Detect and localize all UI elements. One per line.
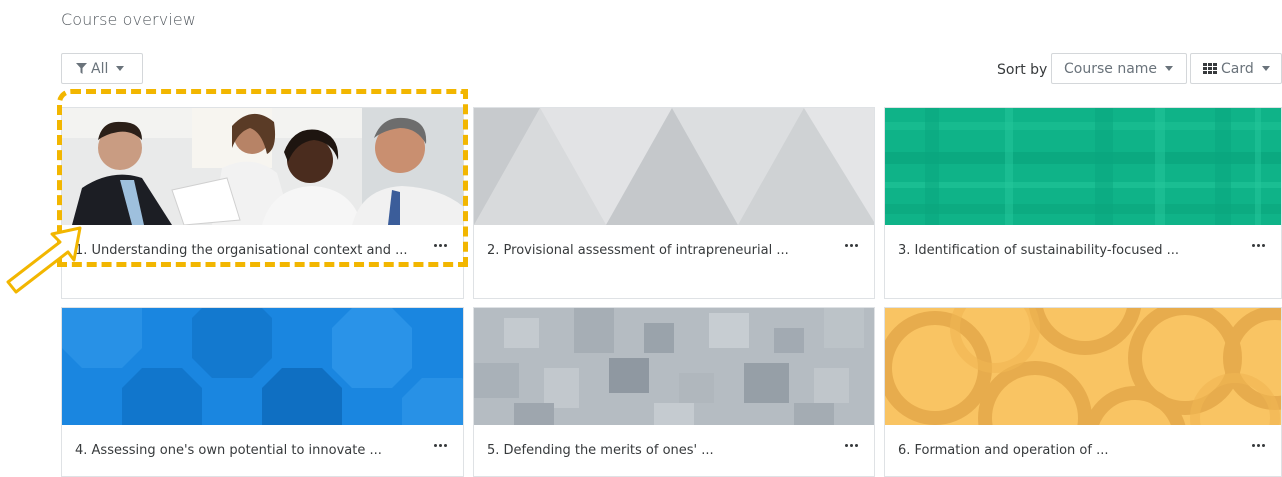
course-card[interactable]: 3. Identification of sustainability-focu… (884, 107, 1282, 299)
chevron-down-icon (116, 66, 125, 71)
course-image-pattern[interactable] (474, 308, 874, 425)
sort-dropdown[interactable]: Course name (1051, 53, 1187, 84)
course-card[interactable]: 5. Defending the merits of ones' ... (473, 307, 875, 477)
chevron-down-icon (1165, 66, 1174, 71)
course-name-link[interactable]: 6. Formation and operation of ... (898, 442, 1243, 460)
course-card[interactable]: 4. Assessing one's own potential to inno… (61, 307, 464, 477)
course-image-pattern[interactable] (885, 108, 1281, 225)
more-options-icon[interactable] (434, 244, 447, 247)
sort-by-label: Sort by (997, 62, 1048, 78)
course-name-link[interactable]: 1. Understanding the organisational cont… (75, 242, 420, 278)
course-card[interactable]: 2. Provisional assessment of intrapreneu… (473, 107, 875, 299)
more-options-icon[interactable] (1252, 444, 1265, 447)
filter-dropdown[interactable]: All (61, 53, 143, 84)
more-options-icon[interactable] (845, 244, 858, 247)
more-options-icon[interactable] (1252, 244, 1265, 247)
course-image-pattern[interactable] (885, 308, 1281, 425)
grid-icon (1203, 63, 1217, 74)
course-name-link[interactable]: 2. Provisional assessment of intrapreneu… (487, 242, 832, 260)
course-card[interactable]: 1. Understanding the organisational cont… (61, 107, 464, 299)
course-name-link[interactable]: 3. Identification of sustainability-focu… (898, 242, 1243, 260)
course-overview-title: Course overview (61, 10, 196, 29)
view-dropdown[interactable]: Card (1190, 53, 1282, 84)
more-options-icon[interactable] (434, 444, 447, 447)
course-image-pattern[interactable] (62, 308, 463, 425)
chevron-down-icon (1261, 66, 1270, 71)
sort-value: Course name (1064, 60, 1158, 77)
view-label: Card (1221, 60, 1254, 77)
course-name-link[interactable]: 4. Assessing one's own potential to inno… (75, 442, 420, 460)
course-image-pattern[interactable] (474, 108, 874, 225)
course-image-photo[interactable] (62, 108, 463, 225)
more-options-icon[interactable] (845, 444, 858, 447)
filter-icon (76, 63, 87, 74)
course-name-link[interactable]: 5. Defending the merits of ones' ... (487, 442, 832, 460)
course-card[interactable]: 6. Formation and operation of ... (884, 307, 1282, 477)
filter-label: All (91, 60, 109, 77)
